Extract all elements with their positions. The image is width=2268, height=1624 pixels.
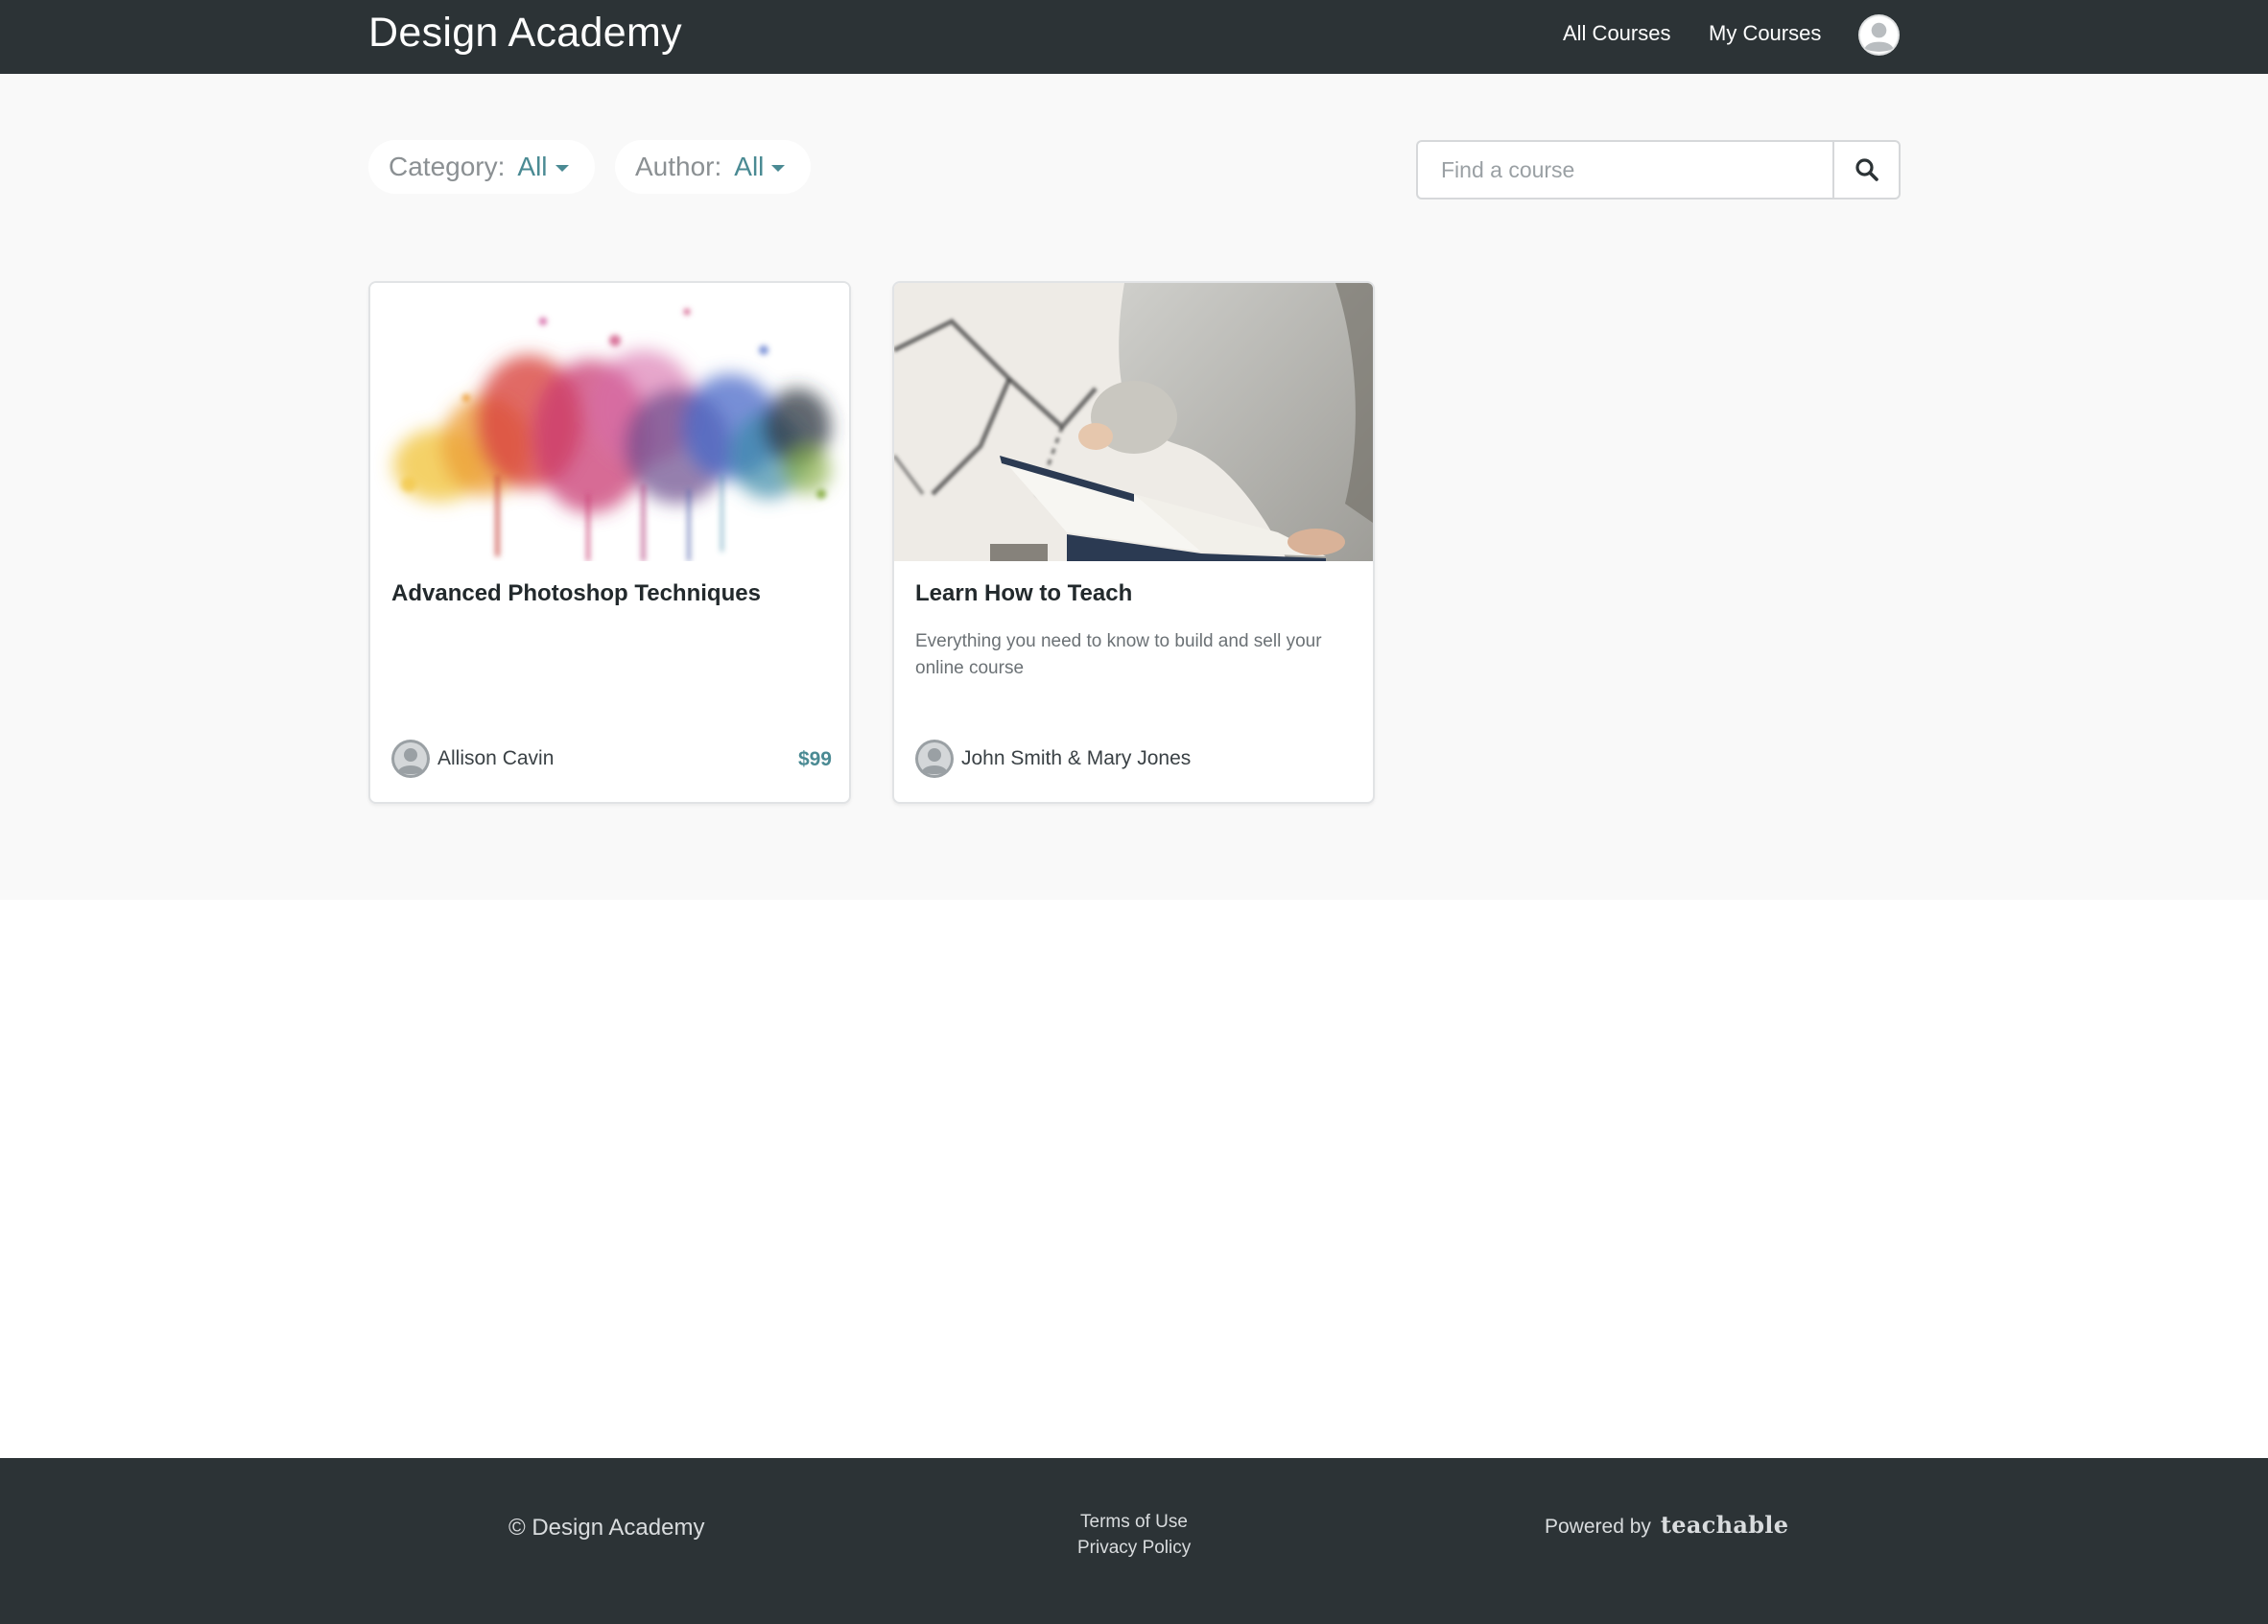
search-icon	[1855, 158, 1878, 181]
course-card[interactable]: Advanced Photoshop Techniques Allison Ca…	[368, 281, 851, 804]
category-filter-value: All	[517, 152, 548, 181]
top-navbar: Design Academy All Courses My Courses	[0, 0, 2268, 74]
course-title[interactable]: Advanced Photoshop Techniques	[391, 580, 761, 607]
category-filter-dropdown[interactable]: Category: All	[368, 140, 595, 194]
user-avatar-icon[interactable]	[1858, 14, 1900, 56]
author-filter-dropdown[interactable]: Author: All	[615, 140, 811, 194]
author-avatar-icon	[391, 740, 430, 778]
course-price: $99	[797, 748, 832, 770]
teachable-logo: teachable	[1660, 1511, 1789, 1539]
author-filter-value: All	[734, 152, 765, 181]
course-image-reading	[894, 283, 1373, 561]
powered-by-link[interactable]: Powered by teachable	[1545, 1511, 1788, 1539]
author-avatar-icon	[915, 740, 954, 778]
course-author: John Smith & Mary Jones	[915, 740, 1191, 778]
author-name: John Smith & Mary Jones	[961, 747, 1192, 769]
nav-all-courses-link[interactable]: All Courses	[1563, 19, 1670, 48]
site-footer: © Design Academy Terms of Use Privacy Po…	[0, 1458, 2268, 1624]
course-title[interactable]: Learn How to Teach	[915, 580, 1132, 607]
course-catalog: Category: All Author: All Find a course …	[0, 74, 2268, 900]
course-description: Everything you need to know to build and…	[915, 631, 1322, 678]
caret-down-icon	[771, 165, 786, 172]
course-search-input[interactable]	[1416, 140, 1833, 200]
course-image-watercolor	[370, 283, 849, 561]
terms-of-use-link[interactable]: Terms of Use	[1080, 1512, 1188, 1533]
caret-down-icon	[555, 165, 569, 172]
author-name: Allison Cavin	[437, 747, 555, 769]
brand-logo-link[interactable]: Design Academy	[368, 8, 682, 58]
course-author: Allison Cavin	[391, 740, 554, 778]
nav-my-courses-link[interactable]: My Courses	[1709, 19, 1821, 48]
privacy-policy-link[interactable]: Privacy Policy	[1077, 1538, 1191, 1559]
powered-by-text: Powered by	[1545, 1516, 1651, 1538]
author-filter-label: Author:	[635, 152, 722, 181]
course-card[interactable]: Learn How to Teach Everything you need t…	[892, 281, 1375, 804]
search-button[interactable]	[1832, 140, 1901, 200]
copyright-text: © Design Academy	[508, 1515, 705, 1541]
category-filter-label: Category:	[389, 152, 506, 181]
